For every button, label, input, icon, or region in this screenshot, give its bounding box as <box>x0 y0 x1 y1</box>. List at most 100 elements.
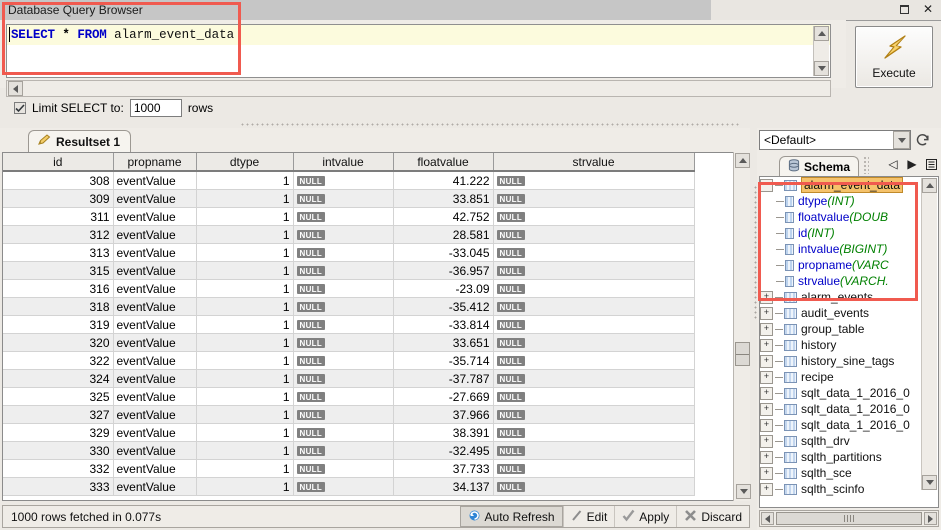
column-header-floatvalue[interactable]: floatvalue <box>393 153 493 171</box>
tab-schema[interactable]: Schema <box>779 156 859 176</box>
column-header-propname[interactable]: propname <box>113 153 196 171</box>
cell-id[interactable]: 318 <box>3 298 113 316</box>
cell-strvalue[interactable]: NULL <box>493 226 694 244</box>
cell-floatvalue[interactable]: 34.137 <box>393 478 493 496</box>
cell-id[interactable]: 320 <box>3 334 113 352</box>
tree-scroll-up-button[interactable] <box>922 178 937 193</box>
schema-tree-table[interactable]: +sqlth_partitions <box>760 449 938 465</box>
window-title-tab[interactable]: Database Query Browser <box>0 0 711 20</box>
cell-dtype[interactable]: 1 <box>196 316 293 334</box>
schema-refresh-icon[interactable] <box>914 130 932 150</box>
cell-floatvalue[interactable]: -23.09 <box>393 280 493 298</box>
cell-dtype[interactable]: 1 <box>196 424 293 442</box>
schema-tree-table[interactable]: +audit_events <box>760 305 938 321</box>
table-row[interactable]: 322eventValue1NULL-35.714NULL <box>3 352 694 370</box>
cell-floatvalue[interactable]: 41.222 <box>393 171 493 190</box>
grid-scroll-up-button[interactable] <box>735 153 750 168</box>
scroll-down-button[interactable] <box>814 61 829 76</box>
table-row[interactable]: 330eventValue1NULL-32.495NULL <box>3 442 694 460</box>
schema-tree-column[interactable]: propname (VARC <box>760 257 938 273</box>
schema-tree-table[interactable]: +history_sine_tags <box>760 353 938 369</box>
nav-back-icon[interactable]: ◁ <box>887 157 899 171</box>
cell-dtype[interactable]: 1 <box>196 262 293 280</box>
cell-intvalue[interactable]: NULL <box>293 442 393 460</box>
editor-vertical-scrollbar[interactable] <box>813 26 829 76</box>
cell-propname[interactable]: eventValue <box>113 226 196 244</box>
table-row[interactable]: 320eventValue1NULL33.651NULL <box>3 334 694 352</box>
tab-resultset-1[interactable]: Resultset 1 <box>28 130 131 152</box>
horizontal-split-handle[interactable] <box>240 122 740 126</box>
cell-strvalue[interactable]: NULL <box>493 298 694 316</box>
cell-strvalue[interactable]: NULL <box>493 424 694 442</box>
cell-strvalue[interactable]: NULL <box>493 316 694 334</box>
expand-icon[interactable]: + <box>760 467 773 480</box>
cell-floatvalue[interactable]: 37.733 <box>393 460 493 478</box>
table-row[interactable]: 308eventValue1NULL41.222NULL <box>3 171 694 190</box>
cell-id[interactable]: 322 <box>3 352 113 370</box>
cell-propname[interactable]: eventValue <box>113 171 196 190</box>
cell-dtype[interactable]: 1 <box>196 280 293 298</box>
cell-strvalue[interactable]: NULL <box>493 478 694 496</box>
cell-propname[interactable]: eventValue <box>113 478 196 496</box>
scroll-up-button[interactable] <box>814 26 829 41</box>
cell-strvalue[interactable]: NULL <box>493 352 694 370</box>
schema-tree-table[interactable]: +sqlt_data_1_2016_0 <box>760 401 938 417</box>
tree-hscroll-thumb[interactable] <box>776 512 922 525</box>
cell-propname[interactable]: eventValue <box>113 280 196 298</box>
cell-intvalue[interactable]: NULL <box>293 406 393 424</box>
cell-propname[interactable]: eventValue <box>113 208 196 226</box>
cell-dtype[interactable]: 1 <box>196 442 293 460</box>
cell-dtype[interactable]: 1 <box>196 190 293 208</box>
restore-icon[interactable] <box>897 2 911 16</box>
execute-button[interactable]: Execute <box>855 26 933 88</box>
cell-intvalue[interactable]: NULL <box>293 298 393 316</box>
cell-intvalue[interactable]: NULL <box>293 316 393 334</box>
cell-intvalue[interactable]: NULL <box>293 244 393 262</box>
cell-id[interactable]: 325 <box>3 388 113 406</box>
cell-intvalue[interactable]: NULL <box>293 190 393 208</box>
cell-dtype[interactable]: 1 <box>196 244 293 262</box>
cell-strvalue[interactable]: NULL <box>493 442 694 460</box>
scroll-left-button[interactable] <box>8 81 23 96</box>
expand-icon[interactable]: + <box>760 291 773 304</box>
catalog-dropdown[interactable]: <Default> <box>759 130 911 150</box>
schema-tree-table[interactable]: +sqlt_data_1_2016_0 <box>760 385 938 401</box>
chevron-down-icon[interactable] <box>893 131 910 149</box>
grid-scroll-thumb[interactable] <box>735 342 750 366</box>
table-row[interactable]: 327eventValue1NULL37.966NULL <box>3 406 694 424</box>
cell-floatvalue[interactable]: 28.581 <box>393 226 493 244</box>
table-row[interactable]: 325eventValue1NULL-27.669NULL <box>3 388 694 406</box>
cell-id[interactable]: 324 <box>3 370 113 388</box>
cell-propname[interactable]: eventValue <box>113 316 196 334</box>
cell-intvalue[interactable]: NULL <box>293 280 393 298</box>
expand-icon[interactable]: + <box>760 323 773 336</box>
cell-floatvalue[interactable]: 42.752 <box>393 208 493 226</box>
cell-propname[interactable]: eventValue <box>113 424 196 442</box>
discard-button[interactable]: Discard <box>676 506 749 527</box>
cell-propname[interactable]: eventValue <box>113 460 196 478</box>
cell-propname[interactable]: eventValue <box>113 190 196 208</box>
grid-vertical-scrollbar[interactable] <box>733 152 750 501</box>
cell-intvalue[interactable]: NULL <box>293 478 393 496</box>
cell-dtype[interactable]: 1 <box>196 208 293 226</box>
cell-strvalue[interactable]: NULL <box>493 190 694 208</box>
cell-propname[interactable]: eventValue <box>113 406 196 424</box>
schema-tree-column[interactable]: dtype (INT) <box>760 193 938 209</box>
cell-id[interactable]: 333 <box>3 478 113 496</box>
limit-select-checkbox[interactable] <box>14 102 26 114</box>
cell-propname[interactable]: eventValue <box>113 352 196 370</box>
cell-intvalue[interactable]: NULL <box>293 208 393 226</box>
expand-icon[interactable]: + <box>760 387 773 400</box>
cell-id[interactable]: 312 <box>3 226 113 244</box>
cell-strvalue[interactable]: NULL <box>493 388 694 406</box>
cell-dtype[interactable]: 1 <box>196 478 293 496</box>
tree-scroll-down-button[interactable] <box>922 475 937 490</box>
cell-id[interactable]: 330 <box>3 442 113 460</box>
result-grid[interactable]: id propname dtype intvalue floatvalue st… <box>2 152 748 501</box>
cell-floatvalue[interactable]: -32.495 <box>393 442 493 460</box>
cell-dtype[interactable]: 1 <box>196 388 293 406</box>
expand-icon[interactable]: + <box>760 483 773 496</box>
table-row[interactable]: 316eventValue1NULL-23.09NULL <box>3 280 694 298</box>
cell-floatvalue[interactable]: 33.651 <box>393 334 493 352</box>
cell-propname[interactable]: eventValue <box>113 388 196 406</box>
